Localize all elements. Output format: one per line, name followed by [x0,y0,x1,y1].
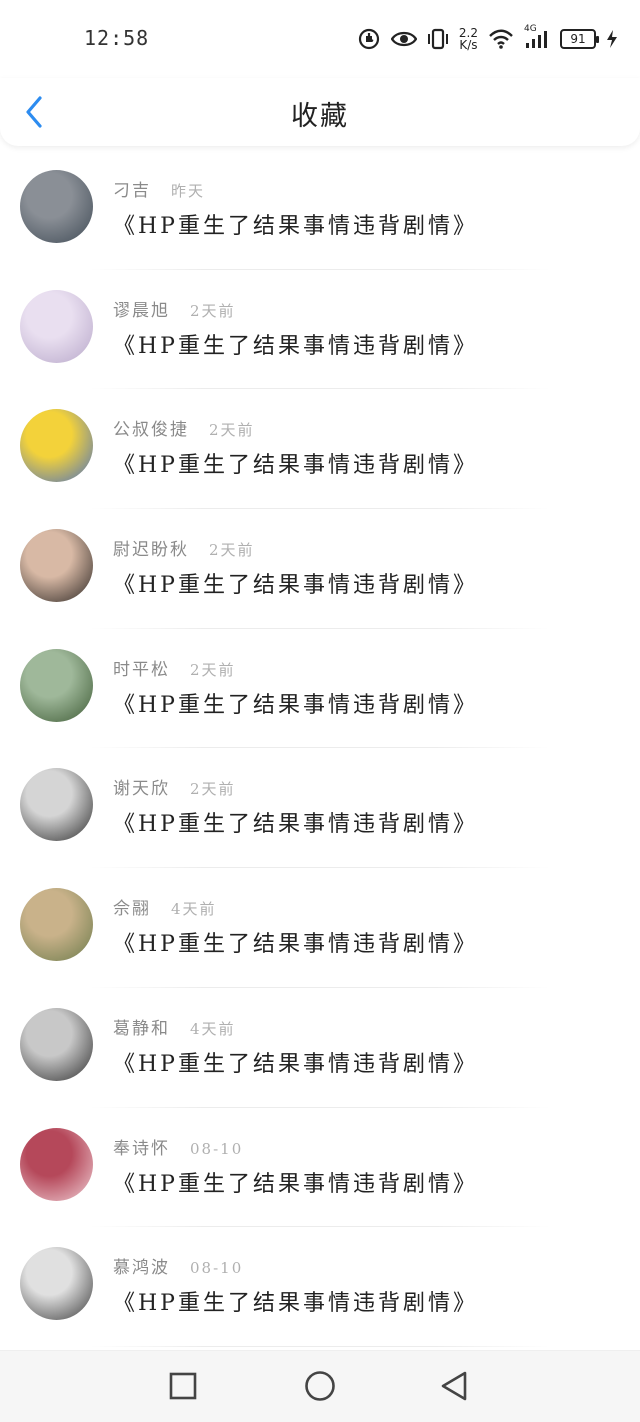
avatar[interactable] [20,170,93,243]
avatar-image [20,648,93,722]
system-nav-bar [0,1350,640,1422]
recent-apps-button[interactable] [161,1365,205,1409]
post-time: 2天前 [190,301,236,320]
author-name[interactable]: 尉迟盼秋 [113,535,189,560]
author-name[interactable]: 谬晨旭 [113,296,170,321]
post-time: 08-10 [190,1259,244,1278]
author-name[interactable]: 刁吉 [113,176,151,201]
header: 收藏 [0,78,640,146]
charging-icon [606,29,618,49]
item-title[interactable]: 《HP重生了结果事情违背剧情》 [113,328,478,360]
list-item[interactable]: 佘翮 4天前 《HP重生了结果事情违背剧情》 [0,868,640,988]
item-title[interactable]: 《HP重生了结果事情违背剧情》 [113,1046,478,1078]
author-name[interactable]: 慕鸿波 [113,1253,170,1278]
avatar[interactable] [20,1247,93,1321]
status-bar: 12:58 2.2 K/s 4G 91 [0,0,640,80]
item-title[interactable]: 《HP重生了结果事情违背剧情》 [113,208,478,240]
list-item[interactable]: 葛静和 4天前 《HP重生了结果事情违背剧情》 [0,988,640,1108]
avatar-image [20,409,93,483]
avatar-image [20,768,93,842]
home-circle-icon [305,1371,335,1401]
post-time: 昨天 [171,182,206,200]
avatar[interactable] [20,529,93,603]
avatar[interactable] [20,648,93,722]
list-item[interactable]: 刁吉 昨天 《HP重生了结果事情违背剧情》 [0,150,640,270]
list-item[interactable]: 奉诗怀 08-10 《HP重生了结果事情违背剧情》 [0,1108,640,1228]
network-type: 4G [524,24,537,34]
avatar-image [20,888,93,962]
avatar[interactable] [20,1007,93,1081]
list-item[interactable]: 谬晨旭 2天前 《HP重生了结果事情违背剧情》 [0,270,640,390]
item-title[interactable]: 《HP重生了结果事情违背剧情》 [113,1285,478,1317]
author-name[interactable]: 谢天欣 [113,774,170,799]
wifi-icon [488,28,514,50]
screen: 12:58 2.2 K/s 4G 91 收藏 刁吉 昨天 《HP重生了结果事情违… [0,0,640,1422]
recent-apps-square-icon [169,1372,197,1400]
page-title: 收藏 [291,101,349,132]
item-title[interactable]: 《HP重生了结果事情违背剧情》 [113,567,478,599]
list-item[interactable]: 公叔俊捷 2天前 《HP重生了结果事情违背剧情》 [0,389,640,510]
list-item[interactable]: 时平松 2天前 《HP重生了结果事情违背剧情》 [0,629,640,749]
author-name[interactable]: 葛静和 [113,1014,170,1039]
avatar[interactable] [20,409,93,483]
battery-icon: 91 [560,29,599,49]
avatar-image [20,529,93,603]
home-button[interactable] [298,1365,342,1409]
vibrate-icon [427,27,449,51]
item-title[interactable]: 《HP重生了结果事情违背剧情》 [113,926,478,958]
data-saver-icon [357,27,381,51]
list-item[interactable]: 谢天欣 2天前 《HP重生了结果事情违背剧情》 [0,748,640,869]
avatar[interactable] [20,289,93,363]
system-back-button[interactable] [433,1365,477,1409]
post-time: 4天前 [190,1019,236,1038]
avatar-image [20,170,93,243]
item-title[interactable]: 《HP重生了结果事情违背剧情》 [113,806,478,838]
eye-icon [390,28,417,50]
favorites-list: 刁吉 昨天 《HP重生了结果事情违背剧情》 谬晨旭 2天前 《HP重生了结果事情违背… [0,150,640,1347]
author-name[interactable]: 时平松 [113,655,170,680]
post-time: 2天前 [190,780,236,799]
item-title[interactable]: 《HP重生了结果事情违背剧情》 [113,447,478,479]
post-time: 4天前 [171,900,217,919]
speed-unit: K/s [459,38,478,52]
post-time: 2天前 [209,421,255,440]
author-name[interactable]: 佘翮 [113,894,151,919]
avatar-image [20,1127,93,1201]
list-item[interactable]: 尉迟盼秋 2天前 《HP重生了结果事情违背剧情》 [0,509,640,629]
item-title[interactable]: 《HP重生了结果事情违背剧情》 [113,1166,478,1198]
avatar[interactable] [20,768,93,842]
status-time: 12:58 [84,26,150,50]
speed-icon: 2.2 K/s [459,27,478,51]
list-item[interactable]: 慕鸿波 08-10 《HP重生了结果事情违背剧情》 [0,1227,640,1347]
author-name[interactable]: 奉诗怀 [113,1134,170,1159]
status-icons: 2.2 K/s 4G 91 [357,22,618,56]
avatar[interactable] [20,1127,93,1201]
post-time: 2天前 [190,660,236,679]
avatar-image [20,1007,93,1081]
post-time: 2天前 [209,541,255,560]
avatar-image [20,289,93,363]
divider [90,1345,550,1347]
post-time: 08-10 [190,1139,244,1158]
avatar[interactable] [20,888,93,962]
back-triangle-icon [441,1371,467,1401]
author-name[interactable]: 公叔俊捷 [113,415,189,440]
avatar-image [20,1247,93,1321]
item-title[interactable]: 《HP重生了结果事情违背剧情》 [113,687,478,719]
battery-level: 91 [570,32,586,46]
signal-icon: 4G [524,24,550,50]
